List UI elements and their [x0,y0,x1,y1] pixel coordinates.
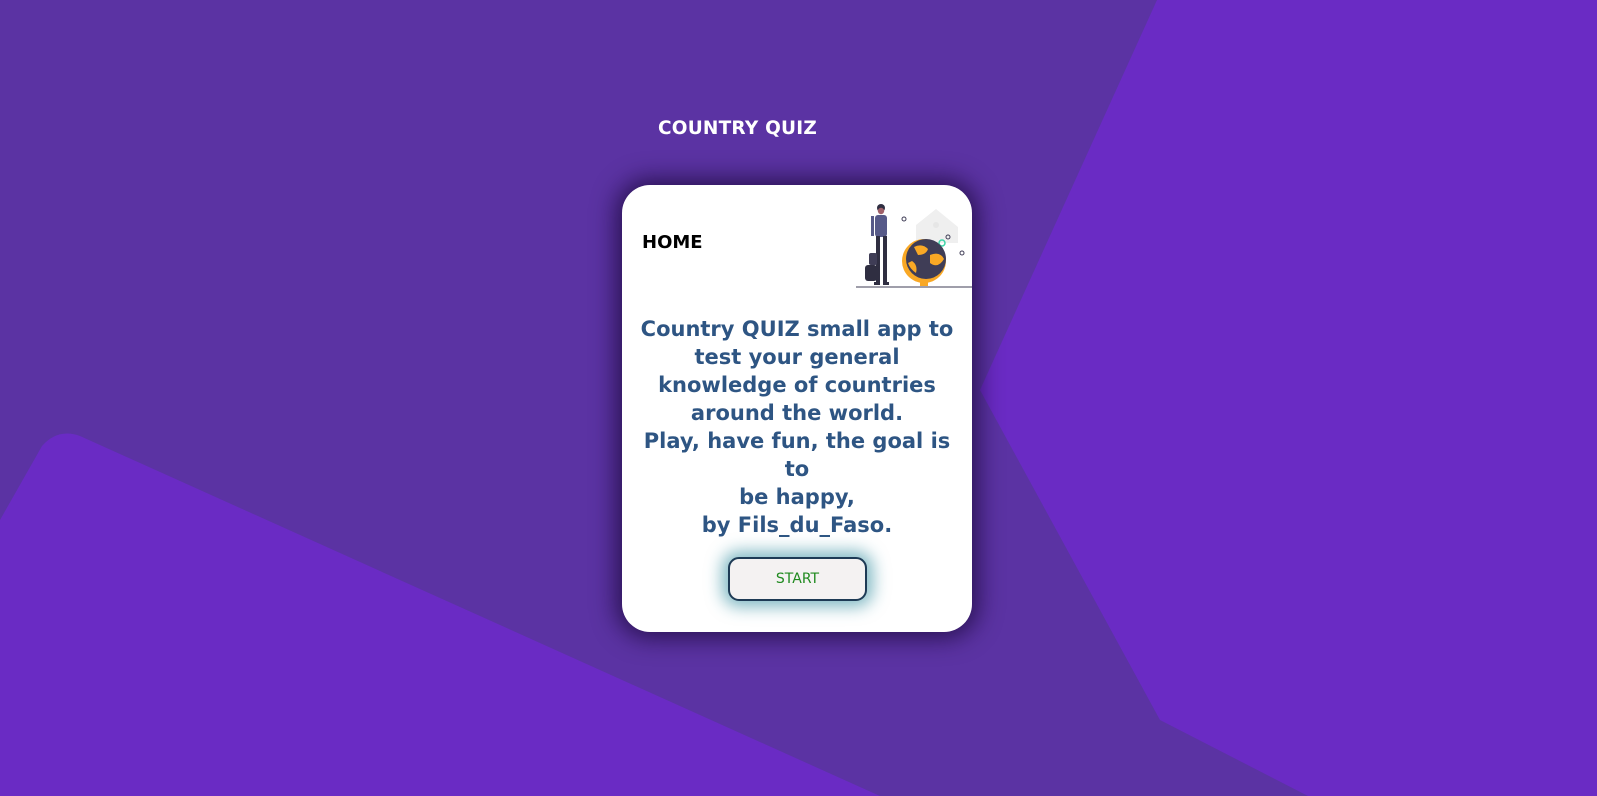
description-line: by Fils_du_Faso. [701,513,893,537]
app-description: Country QUIZ small app to test your gene… [628,315,966,539]
home-card: HOME Country QUIZ small app to test your… [622,185,972,632]
description-line: Country QUIZ small app to [640,317,954,341]
start-button[interactable]: START [728,557,867,601]
traveler-globe-illustration [856,204,972,288]
description-line: knowledge of countries [658,373,936,397]
page-title: COUNTRY QUIZ [658,118,817,139]
description-line: be happy, [739,485,855,509]
card-heading: HOME [642,232,703,253]
description-line: test your general [694,345,900,369]
description-line: around the world. [690,401,904,425]
description-line: Play, have fun, the goal is to [643,429,951,481]
